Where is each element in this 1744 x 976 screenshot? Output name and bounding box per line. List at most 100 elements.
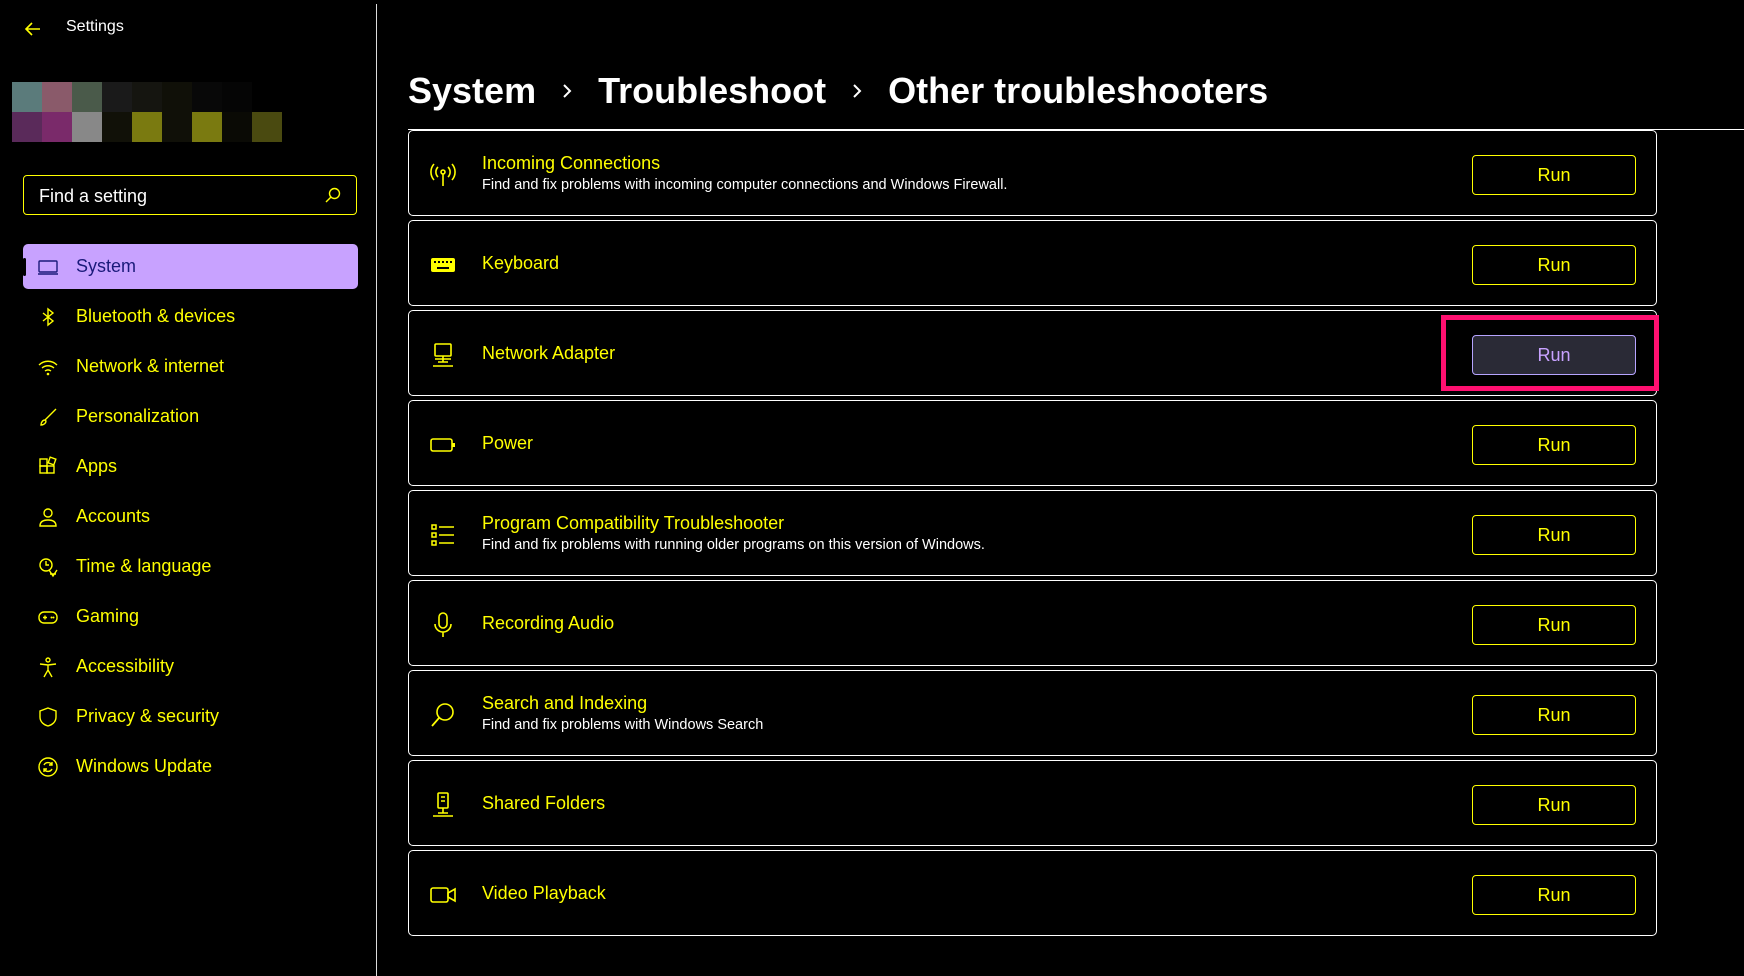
- troubleshooter-incoming-connections: Incoming Connections Find and fix problem…: [408, 130, 1657, 216]
- troubleshooter-text: Recording Audio: [482, 581, 614, 665]
- search-input[interactable]: [37, 176, 321, 216]
- troubleshooter-text: Power: [482, 401, 533, 485]
- sidebar-item-time-and-language[interactable]: Time & language: [23, 544, 358, 589]
- run-program-compatibility-troubleshooter-button[interactable]: Run: [1472, 515, 1636, 555]
- troubleshooter-text: Video Playback: [482, 851, 606, 935]
- troubleshooter-title: Program Compatibility Troubleshooter: [482, 513, 785, 533]
- network-adapter-icon: [429, 341, 457, 369]
- run-power-button[interactable]: Run: [1472, 425, 1636, 465]
- troubleshooter-power: Power Run: [408, 400, 1657, 486]
- sidebar-item-apps[interactable]: Apps: [23, 444, 358, 489]
- back-arrow-icon[interactable]: [22, 18, 44, 40]
- sidebar-item-label: Windows Update: [76, 756, 213, 776]
- search-icon: [429, 701, 457, 729]
- troubleshooter-keyboard: Keyboard Run: [408, 220, 1657, 306]
- search-box[interactable]: [23, 175, 357, 216]
- sidebar-item-label: Apps: [76, 456, 118, 476]
- troubleshooter-title: Search and Indexing: [482, 693, 648, 713]
- sidebar-item-label: Time & language: [76, 556, 212, 576]
- run-search-and-indexing-button[interactable]: Run: [1472, 695, 1636, 735]
- sidebar-item-label: Personalization: [76, 406, 200, 426]
- avatar-pixel: [192, 112, 222, 142]
- avatar-pixel: [102, 112, 132, 142]
- sidebar: Settings System Bluetooth & devices Networ…: [0, 0, 376, 976]
- main-content: System Troubleshoot Other troubleshooters …: [377, 0, 1744, 976]
- wifi-icon: [37, 356, 59, 378]
- avatar-pixel: [162, 82, 192, 112]
- troubleshooter-text: Program Compatibility Troubleshooter Find…: [482, 491, 985, 575]
- chevron-right-icon: [846, 80, 868, 102]
- run-keyboard-button[interactable]: Run: [1472, 245, 1636, 285]
- troubleshooter-video-playback: Video Playback Run: [408, 850, 1657, 936]
- bluetooth-icon: [37, 306, 59, 328]
- avatar-pixel: [132, 82, 162, 112]
- troubleshooter-network-adapter: Network Adapter Run: [408, 310, 1659, 396]
- time-language-icon: [37, 556, 59, 578]
- avatar-pixel: [12, 82, 42, 112]
- gamepad-icon: [37, 606, 59, 628]
- accessibility-icon: [37, 656, 59, 678]
- sidebar-item-label: Privacy & security: [76, 706, 220, 726]
- troubleshooter-recording-audio: Recording Audio Run: [408, 580, 1657, 666]
- troubleshooter-title: Shared Folders: [482, 792, 606, 813]
- breadcrumb: System Troubleshoot Other troubleshooters: [408, 70, 1268, 112]
- troubleshooter-search-and-indexing: Search and Indexing Find and fix problems…: [408, 670, 1657, 756]
- header-divider: [408, 129, 1744, 130]
- sidebar-item-bluetooth-and-devices[interactable]: Bluetooth & devices: [23, 294, 358, 339]
- battery-icon: [429, 431, 457, 459]
- run-shared-folders-button[interactable]: Run: [1472, 785, 1636, 825]
- sidebar-item-accounts[interactable]: Accounts: [23, 494, 358, 539]
- sidebar-item-windows-update[interactable]: Windows Update: [23, 744, 358, 789]
- avatar-pixel: [72, 112, 102, 142]
- troubleshooter-title: Keyboard: [482, 252, 560, 273]
- sidebar-item-privacy-and-security[interactable]: Privacy & security: [23, 694, 358, 739]
- list-icon: [429, 521, 457, 549]
- run-video-playback-button[interactable]: Run: [1472, 875, 1636, 915]
- laptop-icon: [37, 256, 59, 278]
- person-icon: [37, 506, 59, 528]
- avatar-pixel: [252, 112, 282, 142]
- troubleshooter-list[interactable]: CameraRunIncoming ConnectionsFind and fi…: [408, 40, 1659, 940]
- breadcrumb-troubleshoot[interactable]: Troubleshoot: [598, 70, 826, 112]
- sidebar-item-accessibility[interactable]: Accessibility: [23, 644, 358, 689]
- troubleshooter-text: Network Adapter: [482, 311, 615, 395]
- shield-icon: [37, 706, 59, 728]
- sidebar-item-label: Accounts: [76, 506, 151, 526]
- update-icon: [37, 756, 59, 778]
- keyboard-icon: [429, 251, 457, 279]
- avatar-pixel: [12, 112, 42, 142]
- run-incoming-connections-button[interactable]: Run: [1472, 155, 1636, 195]
- troubleshooter-title: Network Adapter: [482, 342, 616, 363]
- run-recording-audio-button[interactable]: Run: [1472, 605, 1636, 645]
- troubleshooter-title: Video Playback: [482, 882, 606, 903]
- troubleshooter-description: Find and fix problems with running older…: [482, 537, 985, 553]
- sidebar-item-gaming[interactable]: Gaming: [23, 594, 358, 639]
- sidebar-item-personalization[interactable]: Personalization: [23, 394, 358, 439]
- avatar-pixel: [72, 82, 102, 112]
- avatar-pixel: [222, 112, 252, 142]
- troubleshooter-program-compatibility-troubleshooter: Program Compatibility Troubleshooter Find…: [408, 490, 1657, 576]
- brush-icon: [37, 406, 59, 428]
- avatar-pixel: [162, 112, 192, 142]
- sidebar-item-network-and-internet[interactable]: Network & internet: [23, 344, 358, 389]
- video-icon: [429, 881, 457, 909]
- sidebar-item-label: Accessibility: [76, 656, 175, 676]
- troubleshooter-text: Incoming Connections Find and fix problem…: [482, 131, 1007, 215]
- avatar[interactable]: [12, 82, 282, 142]
- sidebar-item-label: Network & internet: [76, 356, 225, 376]
- search-icon[interactable]: [324, 186, 342, 204]
- shared-folder-icon: [429, 791, 457, 819]
- run-network-adapter-button[interactable]: Run: [1472, 335, 1636, 375]
- avatar-pixel: [132, 112, 162, 142]
- sidebar-item-label: System: [76, 256, 137, 276]
- avatar-pixel: [42, 112, 72, 142]
- troubleshooter-text: Shared Folders: [482, 761, 605, 845]
- sidebar-item-system[interactable]: System: [23, 244, 358, 289]
- apps-icon: [37, 455, 59, 478]
- troubleshooter-shared-folders: Shared Folders Run: [408, 760, 1657, 846]
- breadcrumb-system[interactable]: System: [408, 70, 536, 112]
- sidebar-nav: System Bluetooth & devices Network & inter…: [23, 244, 358, 794]
- avatar-pixel: [42, 82, 72, 112]
- microphone-icon: [429, 611, 457, 639]
- troubleshooter-description: Find and fix problems with Windows Searc…: [482, 717, 764, 733]
